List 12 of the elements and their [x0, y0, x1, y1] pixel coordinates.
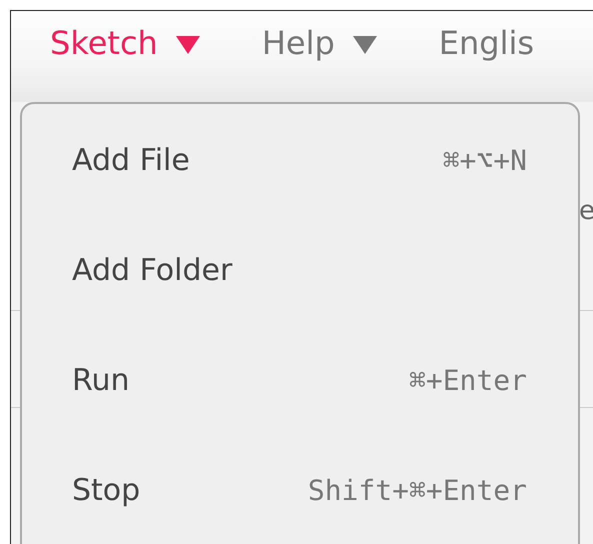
caret-icon — [352, 36, 377, 54]
menu-item[interactable]: Add File ⌘+⌥+N — [22, 105, 578, 215]
shortcut-text: ⌘+⌥+N — [442, 144, 527, 176]
menu-item[interactable]: Add Folder — [22, 215, 578, 325]
menu-item[interactable]: Stop Shift+⌘+Enter — [22, 435, 578, 544]
shortcut-text: Shift+⌘+Enter — [308, 474, 527, 506]
menu-item[interactable]: Run ⌘+Enter — [22, 325, 578, 435]
caret-icon — [176, 36, 200, 54]
nav-menu-item[interactable]: Help — [262, 23, 377, 63]
nav-menu-item[interactable]: Sketch — [50, 23, 200, 63]
nav-menu-item[interactable]: Englis — [438, 23, 534, 63]
shortcut-text: ⌘+Enter — [408, 364, 527, 396]
